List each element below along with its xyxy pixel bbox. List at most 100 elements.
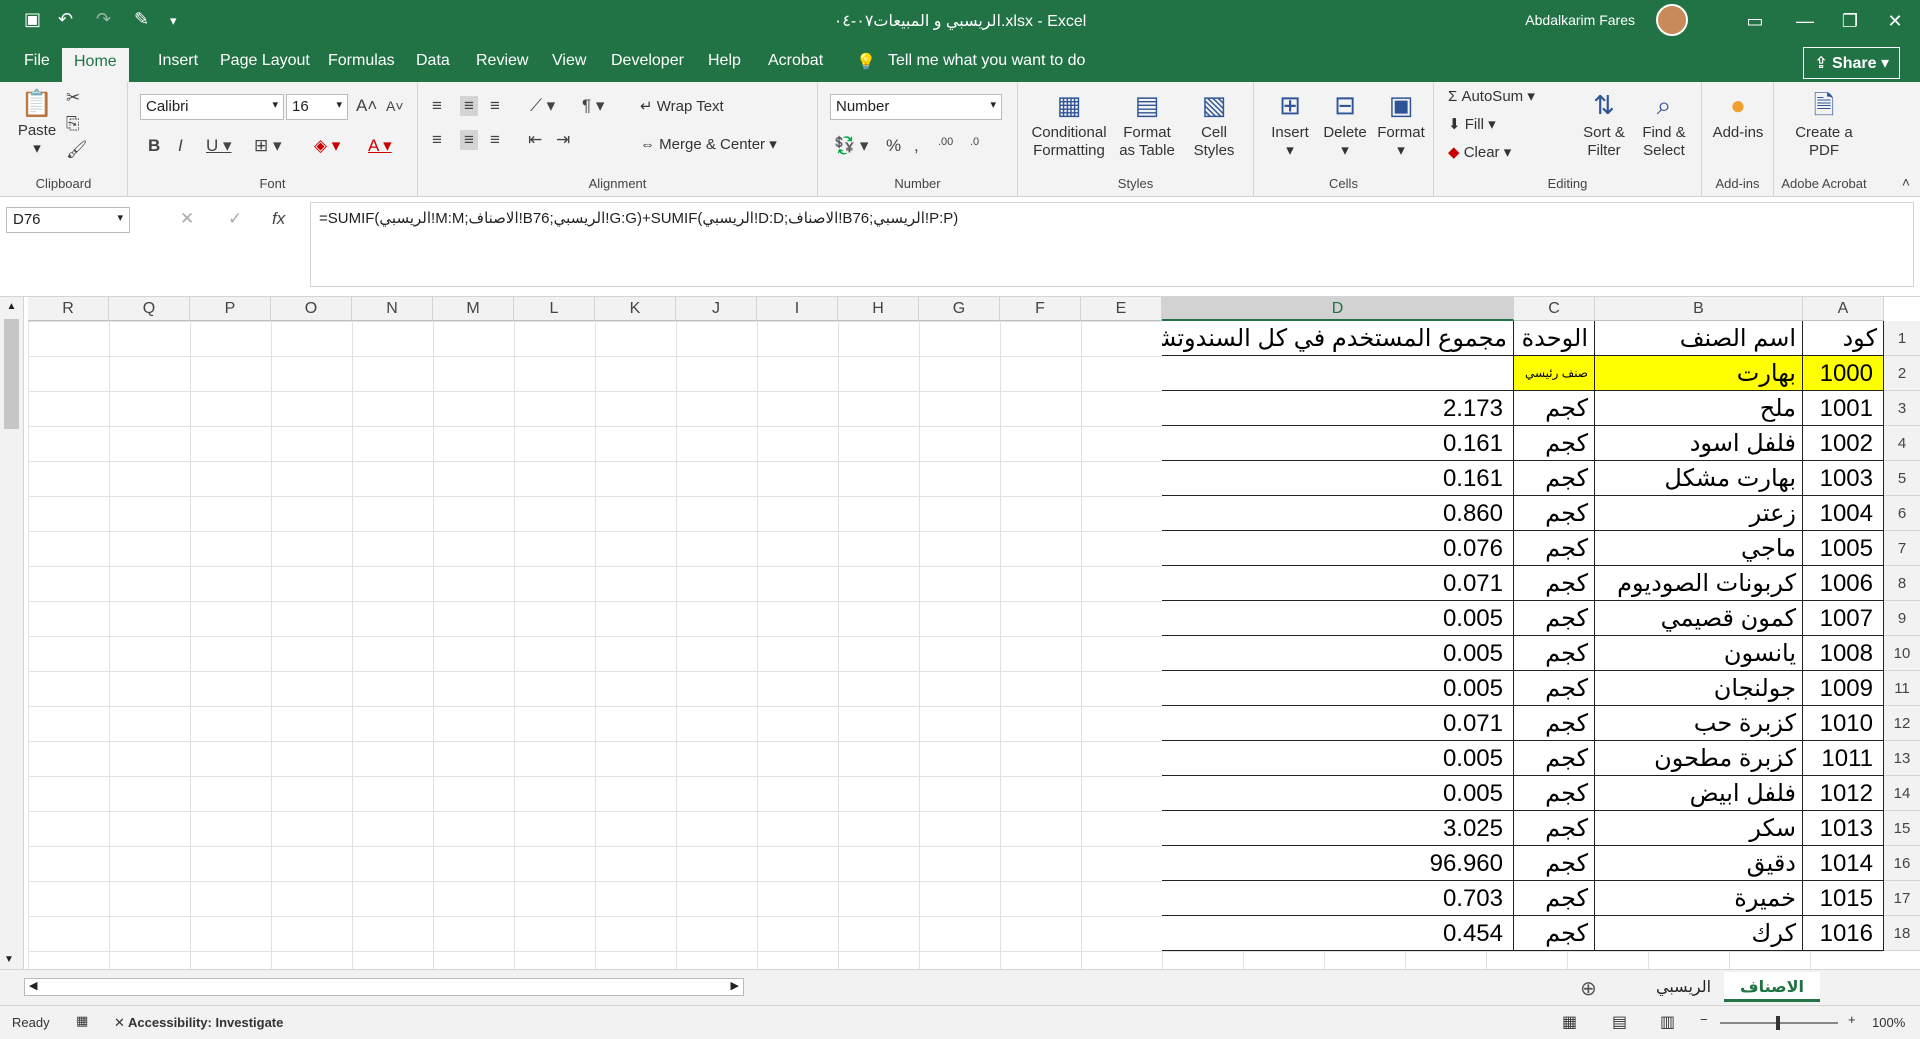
clear-button[interactable]: ◆ Clear ▾ bbox=[1448, 144, 1511, 162]
cell-name[interactable]: كمون قصيمي bbox=[1595, 601, 1803, 636]
cell-total[interactable]: 0.161 bbox=[1162, 426, 1514, 461]
new-sheet-icon[interactable]: ⊕ bbox=[1580, 976, 1597, 1001]
cell-total[interactable]: 0.071 bbox=[1162, 706, 1514, 741]
column-header-k[interactable]: K bbox=[595, 297, 676, 321]
sort-filter-button[interactable]: ⇅ Sort & Filter bbox=[1578, 90, 1630, 160]
scroll-left-icon[interactable]: ◀ bbox=[29, 979, 37, 992]
cell-name[interactable]: بهارت مشكل bbox=[1595, 461, 1803, 496]
cell-code[interactable]: 1000 bbox=[1803, 356, 1884, 391]
column-header-n[interactable]: N bbox=[352, 297, 433, 321]
increase-decimal-icon[interactable]: .00 bbox=[938, 136, 953, 148]
enter-icon[interactable]: ✓ bbox=[228, 209, 242, 229]
tab-review[interactable]: Review bbox=[476, 52, 528, 70]
name-box[interactable]: D76 ▾ bbox=[6, 207, 130, 233]
format-cells-button[interactable]: ▣ Format ▾ bbox=[1374, 90, 1428, 160]
decrease-decimal-icon[interactable]: .0 bbox=[970, 136, 979, 148]
cell-name[interactable]: كرك bbox=[1595, 916, 1803, 951]
row-header[interactable]: 2 bbox=[1883, 356, 1920, 391]
cell-total[interactable]: 96.960 bbox=[1162, 846, 1514, 881]
cell-code[interactable]: 1001 bbox=[1803, 391, 1884, 426]
row-header[interactable]: 6 bbox=[1883, 496, 1920, 531]
cell-unit[interactable]: كجم bbox=[1514, 706, 1595, 741]
tab-home[interactable]: Home bbox=[62, 48, 129, 84]
column-header-i[interactable]: I bbox=[757, 297, 838, 321]
column-header-f[interactable]: F bbox=[1000, 297, 1081, 321]
grow-font-icon[interactable]: A˄ bbox=[356, 96, 377, 116]
scroll-up-icon[interactable]: ▲ bbox=[4, 301, 19, 315]
align-middle-icon[interactable]: ≡ bbox=[460, 96, 478, 116]
cell-unit[interactable]: كجم bbox=[1514, 391, 1595, 426]
cut-icon[interactable]: ✂ bbox=[66, 88, 80, 108]
cell-unit[interactable]: كجم bbox=[1514, 496, 1595, 531]
cell-code[interactable]: 1012 bbox=[1803, 776, 1884, 811]
avatar[interactable] bbox=[1656, 4, 1688, 36]
cell-code[interactable]: 1013 bbox=[1803, 811, 1884, 846]
increase-indent-icon[interactable]: ⇥ bbox=[556, 130, 570, 150]
font-name-select[interactable]: Calibri ▾ bbox=[140, 94, 284, 120]
shrink-font-icon[interactable]: A˅ bbox=[386, 98, 404, 114]
column-header-o[interactable]: O bbox=[271, 297, 352, 321]
merge-center-button[interactable]: ⇔ Merge & Center ▾ bbox=[640, 136, 777, 154]
cell-unit[interactable]: كجم bbox=[1514, 566, 1595, 601]
row-header[interactable]: 17 bbox=[1883, 881, 1920, 916]
insert-function-icon[interactable]: fx bbox=[272, 209, 285, 229]
cell-total[interactable]: 0.005 bbox=[1162, 601, 1514, 636]
accessibility-status[interactable]: ✕ Accessibility: Investigate bbox=[114, 1015, 283, 1031]
cell-name[interactable]: بهارت bbox=[1595, 356, 1803, 391]
cell-unit[interactable]: كجم bbox=[1514, 461, 1595, 496]
zoom-slider-thumb[interactable] bbox=[1776, 1016, 1780, 1030]
horizontal-scrollbar[interactable]: ◀ ▶ bbox=[24, 978, 744, 996]
row-header[interactable]: 1 bbox=[1883, 321, 1920, 356]
cell-unit[interactable]: كجم bbox=[1514, 426, 1595, 461]
align-center-icon[interactable]: ≡ bbox=[460, 130, 478, 150]
normal-view-icon[interactable]: ▦ bbox=[1562, 1012, 1577, 1032]
scroll-thumb[interactable] bbox=[4, 319, 19, 429]
align-top-icon[interactable]: ≡ bbox=[432, 96, 442, 116]
cell-code[interactable]: 1003 bbox=[1803, 461, 1884, 496]
tab-insert[interactable]: Insert bbox=[158, 52, 198, 70]
cell-styles-button[interactable]: ▧ Cell Styles bbox=[1186, 90, 1242, 160]
cell-header-name[interactable]: اسم الصنف bbox=[1595, 321, 1803, 356]
ribbon-display-icon[interactable]: ▭ bbox=[1730, 6, 1780, 36]
orientation-icon[interactable]: ⟋ ▾ bbox=[530, 96, 555, 116]
page-layout-view-icon[interactable]: ▤ bbox=[1612, 1012, 1627, 1032]
column-header-c[interactable]: C bbox=[1514, 297, 1595, 321]
font-color-icon[interactable]: A ▾ bbox=[368, 136, 392, 156]
find-select-button[interactable]: ⌕ Find & Select bbox=[1636, 90, 1692, 160]
cell-code[interactable]: 1016 bbox=[1803, 916, 1884, 951]
collapse-ribbon-icon[interactable]: ˄ bbox=[1902, 174, 1910, 190]
cell-total[interactable] bbox=[1162, 356, 1514, 391]
restore-icon[interactable]: ❐ bbox=[1825, 6, 1875, 36]
align-right-icon[interactable]: ≡ bbox=[490, 130, 500, 150]
align-left-icon[interactable]: ≡ bbox=[432, 130, 442, 150]
user-name[interactable]: Abdalkarim Fares bbox=[1525, 12, 1635, 28]
cell-name[interactable]: يانسون bbox=[1595, 636, 1803, 671]
minimize-icon[interactable]: — bbox=[1780, 6, 1830, 36]
cell-name[interactable]: زعتر bbox=[1595, 496, 1803, 531]
cell-unit[interactable]: كجم bbox=[1514, 811, 1595, 846]
cell-code[interactable]: 1011 bbox=[1803, 741, 1884, 776]
zoom-out-icon[interactable]: − bbox=[1700, 1012, 1708, 1027]
column-header-g[interactable]: G bbox=[919, 297, 1000, 321]
cell-unit[interactable]: كجم bbox=[1514, 671, 1595, 706]
sheet-tab-recipe[interactable]: الريسبي bbox=[1640, 972, 1727, 1002]
cell-header-total[interactable]: مجموع المستخدم في كل السندوتشات bbox=[1162, 321, 1514, 356]
cell-name[interactable]: دقيق bbox=[1595, 846, 1803, 881]
zoom-level[interactable]: 100% bbox=[1872, 1015, 1905, 1030]
cell-unit[interactable]: كجم bbox=[1514, 636, 1595, 671]
cell-code[interactable]: 1004 bbox=[1803, 496, 1884, 531]
conditional-formatting-button[interactable]: ▦ Conditional Formatting bbox=[1030, 90, 1108, 160]
column-header-l[interactable]: L bbox=[514, 297, 595, 321]
cell-code[interactable]: 1014 bbox=[1803, 846, 1884, 881]
cancel-icon[interactable]: ✕ bbox=[180, 209, 194, 229]
cell-code[interactable]: 1009 bbox=[1803, 671, 1884, 706]
column-header-e[interactable]: E bbox=[1081, 297, 1162, 321]
cell-unit[interactable]: كجم bbox=[1514, 741, 1595, 776]
underline-icon[interactable]: U ▾ bbox=[206, 136, 232, 156]
sheet-tab-items[interactable]: الاصناف bbox=[1724, 972, 1820, 1002]
column-header-a[interactable]: A bbox=[1803, 297, 1884, 321]
cell-name[interactable]: سكر bbox=[1595, 811, 1803, 846]
column-header-b[interactable]: B bbox=[1595, 297, 1803, 321]
cell-total[interactable]: 0.454 bbox=[1162, 916, 1514, 951]
row-header[interactable]: 3 bbox=[1883, 391, 1920, 426]
